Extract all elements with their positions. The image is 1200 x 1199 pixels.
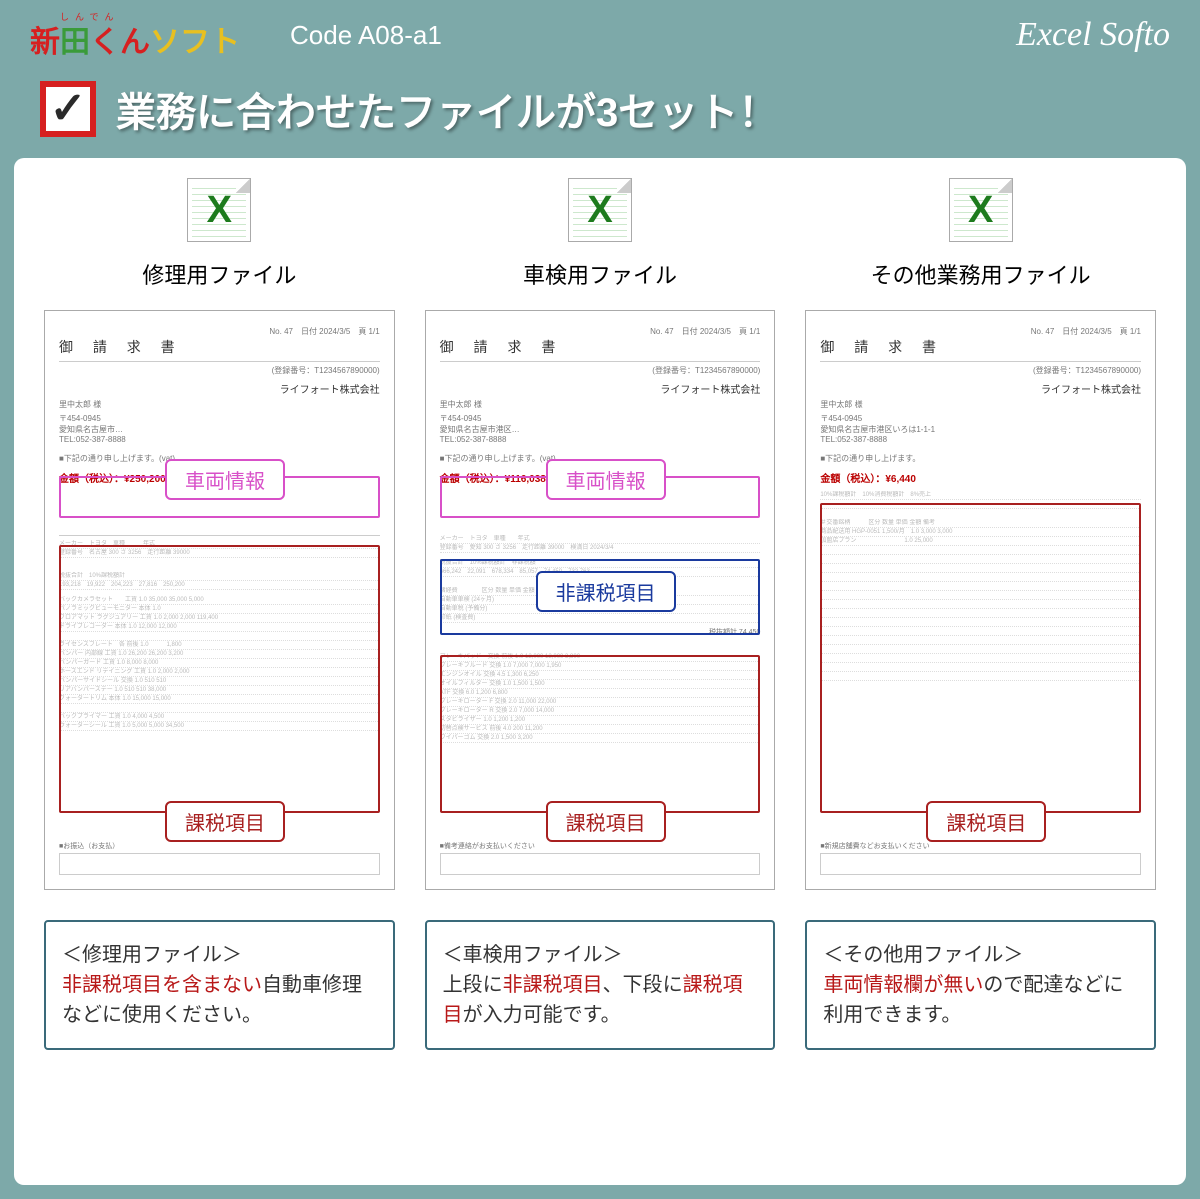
logo-part-1: 新 bbox=[30, 26, 60, 59]
file-label: 修理用ファイル bbox=[142, 258, 296, 290]
page-title: 業務に合わせたファイルが3セット！ bbox=[116, 80, 778, 138]
tag-vehicle-info: 車両情報 bbox=[546, 459, 666, 500]
logo-part-3: くん bbox=[90, 26, 150, 59]
document-preview-repair: No. 47 日付 2024/3/5 頁 1/1 御 請 求 書 (登録番号：T… bbox=[44, 310, 395, 890]
title-row: ✓ 業務に合わせたファイルが3セット！ bbox=[0, 70, 1200, 158]
tag-taxed: 課税項目 bbox=[165, 801, 285, 842]
excel-file-icon: X bbox=[568, 178, 632, 242]
connector-line bbox=[600, 889, 602, 890]
taxed-box bbox=[820, 503, 1141, 813]
page: しんでん 新田くんソフト Code A08-a1 Excel Softo ✓ 業… bbox=[0, 0, 1200, 1199]
file-label: その他業務用ファイル bbox=[871, 258, 1091, 290]
document-preview-other: No. 47 日付 2024/3/5 頁 1/1 御 請 求 書 (登録番号：T… bbox=[805, 310, 1156, 890]
column-inspection: X 車検用ファイル No. 47 日付 2024/3/5 頁 1/1 御 請 求… bbox=[425, 178, 776, 1155]
file-label: 車検用ファイル bbox=[523, 258, 677, 290]
connector-line bbox=[981, 889, 983, 890]
excel-file-icon: X bbox=[187, 178, 251, 242]
code-label: Code A08-a1 bbox=[290, 20, 442, 51]
description-box: ＜車検用ファイル＞ 上段に非課税項目、下段に課税項目が入力可能です。 bbox=[425, 920, 776, 1050]
logo-part-2: 田 bbox=[60, 26, 90, 59]
tag-taxed: 課税項目 bbox=[926, 801, 1046, 842]
check-mark-icon: ✓ bbox=[50, 87, 87, 131]
desc-title: ＜修理用ファイル＞ bbox=[62, 940, 377, 970]
excel-file-icon: X bbox=[949, 178, 1013, 242]
tag-taxed: 課税項目 bbox=[546, 801, 666, 842]
connector-line bbox=[219, 889, 221, 890]
header: しんでん 新田くんソフト Code A08-a1 Excel Softo bbox=[0, 0, 1200, 70]
column-other: X その他業務用ファイル No. 47 日付 2024/3/5 頁 1/1 御 … bbox=[805, 178, 1156, 1155]
doc-company: ライフォート株式会社 bbox=[59, 381, 380, 396]
tag-nontax: 非課税項目 bbox=[536, 571, 676, 612]
description-box: ＜その他用ファイル＞ 車両情報欄が無いので配達などに利用できます。 bbox=[805, 920, 1156, 1050]
doc-title: 御 請 求 書 bbox=[59, 337, 380, 357]
brand-right: Excel Softo bbox=[1016, 16, 1170, 54]
taxed-box bbox=[440, 655, 761, 813]
doc-customer: 里中太郎 様 bbox=[59, 400, 380, 410]
logo-part-4: ソフト bbox=[150, 26, 240, 59]
taxed-box bbox=[59, 545, 380, 813]
logo-ruby: しんでん bbox=[60, 10, 240, 23]
checkbox-icon: ✓ bbox=[40, 81, 96, 137]
logo: しんでん 新田くんソフト bbox=[30, 10, 240, 61]
content: X 修理用ファイル No. 47 日付 2024/3/5 頁 1/1 御 請 求… bbox=[14, 158, 1186, 1185]
tag-vehicle-info: 車両情報 bbox=[165, 459, 285, 500]
description-box: ＜修理用ファイル＞ 非課税項目を含まない自動車修理などに使用ください。 bbox=[44, 920, 395, 1050]
document-preview-inspection: No. 47 日付 2024/3/5 頁 1/1 御 請 求 書 (登録番号：T… bbox=[425, 310, 776, 890]
column-repair: X 修理用ファイル No. 47 日付 2024/3/5 頁 1/1 御 請 求… bbox=[44, 178, 395, 1155]
